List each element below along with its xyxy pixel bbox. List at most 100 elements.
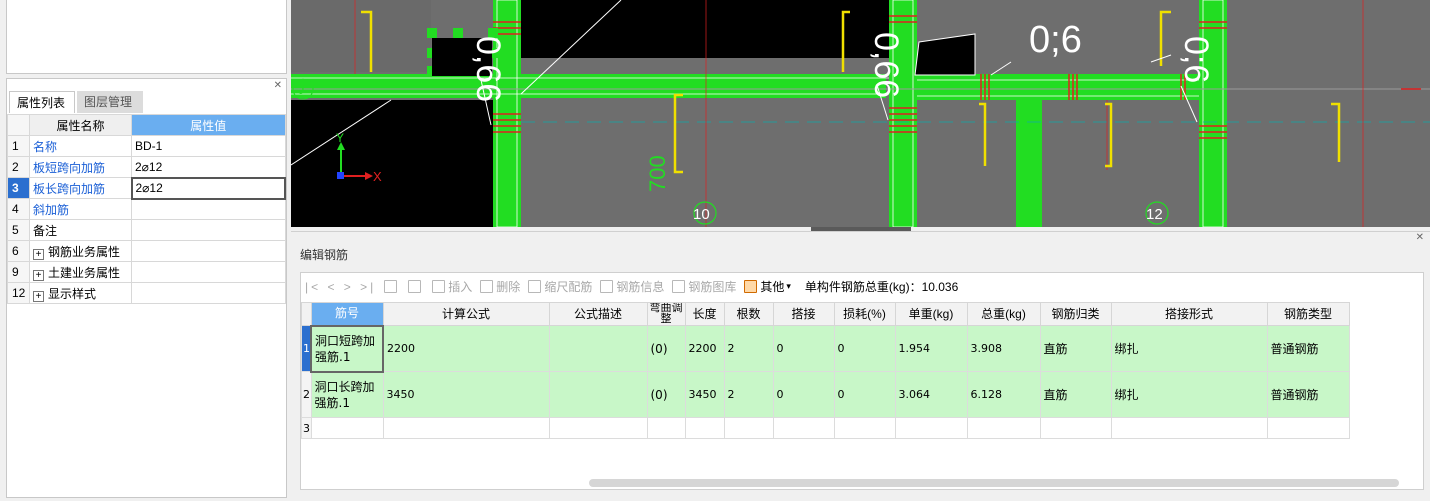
column-header[interactable]: 搭接: [772, 302, 835, 326]
other-icon: [744, 280, 758, 293]
formula-cell[interactable]: 2200: [382, 325, 550, 372]
column-header[interactable]: 长度: [684, 302, 725, 326]
rebar-type-cell[interactable]: [1266, 417, 1350, 439]
loss-cell[interactable]: 0: [833, 325, 896, 372]
category-cell[interactable]: 直筋: [1039, 325, 1112, 372]
property-group[interactable]: + 钢筋业务属性: [29, 240, 132, 262]
property-group-row[interactable]: 12 + 显示样式: [7, 282, 286, 304]
property-row[interactable]: 5 备注: [7, 219, 286, 241]
app-window: ✕ 属性列表 图层管理 属性名称 属性值 1 名称 BD-1 2 板短跨向加筋 …: [0, 0, 1430, 501]
close-icon[interactable]: ✕: [274, 80, 282, 91]
bend-adjust-cell[interactable]: [646, 417, 686, 439]
delete-button[interactable]: 删除: [480, 278, 520, 295]
rebar-type-cell[interactable]: 普通钢筋: [1266, 325, 1350, 372]
bar-no-cell[interactable]: 洞口短跨加强筋.1: [310, 324, 384, 373]
table-row[interactable]: 3: [301, 417, 1350, 439]
column-header[interactable]: 搭接形式: [1110, 302, 1268, 326]
scale-rebar-button[interactable]: 缩尺配筋: [528, 278, 592, 295]
lap-type-cell[interactable]: [1110, 417, 1268, 439]
unit-weight-cell[interactable]: [894, 417, 968, 439]
lap-type-cell[interactable]: 绑扎: [1110, 325, 1268, 372]
property-value[interactable]: [131, 219, 286, 241]
property-row[interactable]: 1 名称 BD-1: [7, 135, 286, 157]
property-row[interactable]: 3 板长跨向加筋 2⌀12: [7, 176, 286, 200]
length-cell[interactable]: 2200: [684, 325, 725, 372]
insert-button[interactable]: 插入: [432, 278, 472, 295]
property-value[interactable]: BD-1: [131, 135, 286, 157]
property-value[interactable]: [131, 198, 286, 220]
unit-weight-cell[interactable]: 1.954: [894, 325, 968, 372]
length-cell[interactable]: [684, 417, 725, 439]
total-weight-cell[interactable]: [966, 417, 1041, 439]
row-number: 4: [7, 198, 30, 220]
row-number: 6: [7, 240, 30, 262]
lap-type-cell[interactable]: 绑扎: [1110, 371, 1268, 418]
count-cell[interactable]: [723, 417, 774, 439]
total-weight-cell[interactable]: 6.128: [966, 371, 1041, 418]
property-group[interactable]: + 显示样式: [29, 282, 132, 304]
property-group-row[interactable]: 6 + 钢筋业务属性: [7, 240, 286, 262]
column-header[interactable]: 公式描述: [548, 302, 648, 326]
record-navigation[interactable]: |< < > >|: [305, 280, 376, 294]
category-cell[interactable]: 直筋: [1039, 371, 1112, 418]
total-weight-cell[interactable]: 3.908: [966, 325, 1041, 372]
lap-cell[interactable]: 0: [772, 325, 835, 372]
formula-desc-cell[interactable]: [548, 371, 648, 418]
table-row[interactable]: 2 洞口长跨加强筋.1 3450 (0) 3450 2 0 0 3.064 6.…: [301, 371, 1350, 418]
column-header[interactable]: 总重(kg): [966, 302, 1041, 326]
loss-cell[interactable]: 0: [833, 371, 896, 418]
tab-property-list[interactable]: 属性列表: [9, 91, 75, 113]
move-up-button[interactable]: [384, 280, 400, 293]
horizontal-scrollbar[interactable]: [589, 479, 1399, 487]
table-row[interactable]: 1 洞口短跨加强筋.1 2200 (0) 2200 2 0 0 1.954 3.…: [301, 324, 1350, 373]
bar-no-cell[interactable]: [310, 417, 384, 439]
expand-icon[interactable]: +: [33, 290, 44, 302]
total-weight-value: 10.036: [921, 279, 959, 294]
formula-cell[interactable]: [382, 417, 550, 439]
unit-weight-cell[interactable]: 3.064: [894, 371, 968, 418]
column-header[interactable]: 损耗(%): [833, 302, 896, 326]
property-value-editing[interactable]: 2⌀12: [130, 176, 286, 200]
cad-canvas[interactable]: 0,66 0,66 0;6 0;6 700 J 10 12 Y X: [291, 0, 1430, 227]
column-header[interactable]: 筋号: [310, 302, 384, 326]
column-header[interactable]: 钢筋归类: [1039, 302, 1112, 326]
count-cell[interactable]: 2: [723, 325, 774, 372]
cad-drawing-view[interactable]: 0,66 0,66 0;6 0;6 700 J 10 12 Y X: [291, 0, 1430, 227]
property-row[interactable]: 2 板短跨向加筋 2⌀12: [7, 156, 286, 178]
category-cell[interactable]: [1039, 417, 1112, 439]
rebar-type-cell[interactable]: 普通钢筋: [1266, 371, 1350, 418]
insert-icon: [432, 280, 446, 293]
expand-icon[interactable]: +: [33, 248, 44, 260]
row-number: 2: [7, 156, 30, 178]
property-value[interactable]: 2⌀12: [131, 156, 286, 178]
tab-layer-management[interactable]: 图层管理: [77, 91, 143, 113]
bend-adjust-cell[interactable]: (0): [646, 371, 686, 418]
property-row[interactable]: 4 斜加筋: [7, 198, 286, 220]
formula-desc-cell[interactable]: [548, 417, 648, 439]
column-header[interactable]: 弯曲调整: [646, 302, 686, 326]
formula-cell[interactable]: 3450: [382, 371, 550, 418]
count-cell[interactable]: 2: [723, 371, 774, 418]
formula-desc-cell[interactable]: [548, 325, 648, 372]
property-group[interactable]: + 土建业务属性: [29, 261, 132, 283]
close-icon[interactable]: ✕: [1416, 232, 1424, 243]
column-header[interactable]: 钢筋类型: [1266, 302, 1350, 326]
svg-text:Y: Y: [336, 131, 344, 145]
column-header[interactable]: 计算公式: [382, 302, 550, 326]
bend-adjust-cell[interactable]: (0): [646, 325, 686, 372]
total-weight-label: 单构件钢筋总重(kg)： 10.036: [804, 279, 959, 295]
other-menu-button[interactable]: 其他 ▾: [744, 278, 797, 295]
property-group-row[interactable]: 9 + 土建业务属性: [7, 261, 286, 283]
column-header[interactable]: 根数: [723, 302, 774, 326]
loss-cell[interactable]: [833, 417, 896, 439]
length-cell[interactable]: 3450: [684, 371, 725, 418]
rebar-library-button[interactable]: 钢筋图库: [672, 278, 736, 295]
bar-no-cell[interactable]: 洞口长跨加强筋.1: [310, 371, 384, 418]
column-header[interactable]: 单重(kg): [894, 302, 968, 326]
expand-icon[interactable]: +: [33, 269, 44, 281]
lap-cell[interactable]: [772, 417, 835, 439]
move-down-button[interactable]: [408, 280, 424, 293]
lap-cell[interactable]: 0: [772, 371, 835, 418]
panel-title: 编辑钢筋: [300, 248, 349, 262]
rebar-info-button[interactable]: 钢筋信息: [600, 278, 664, 295]
